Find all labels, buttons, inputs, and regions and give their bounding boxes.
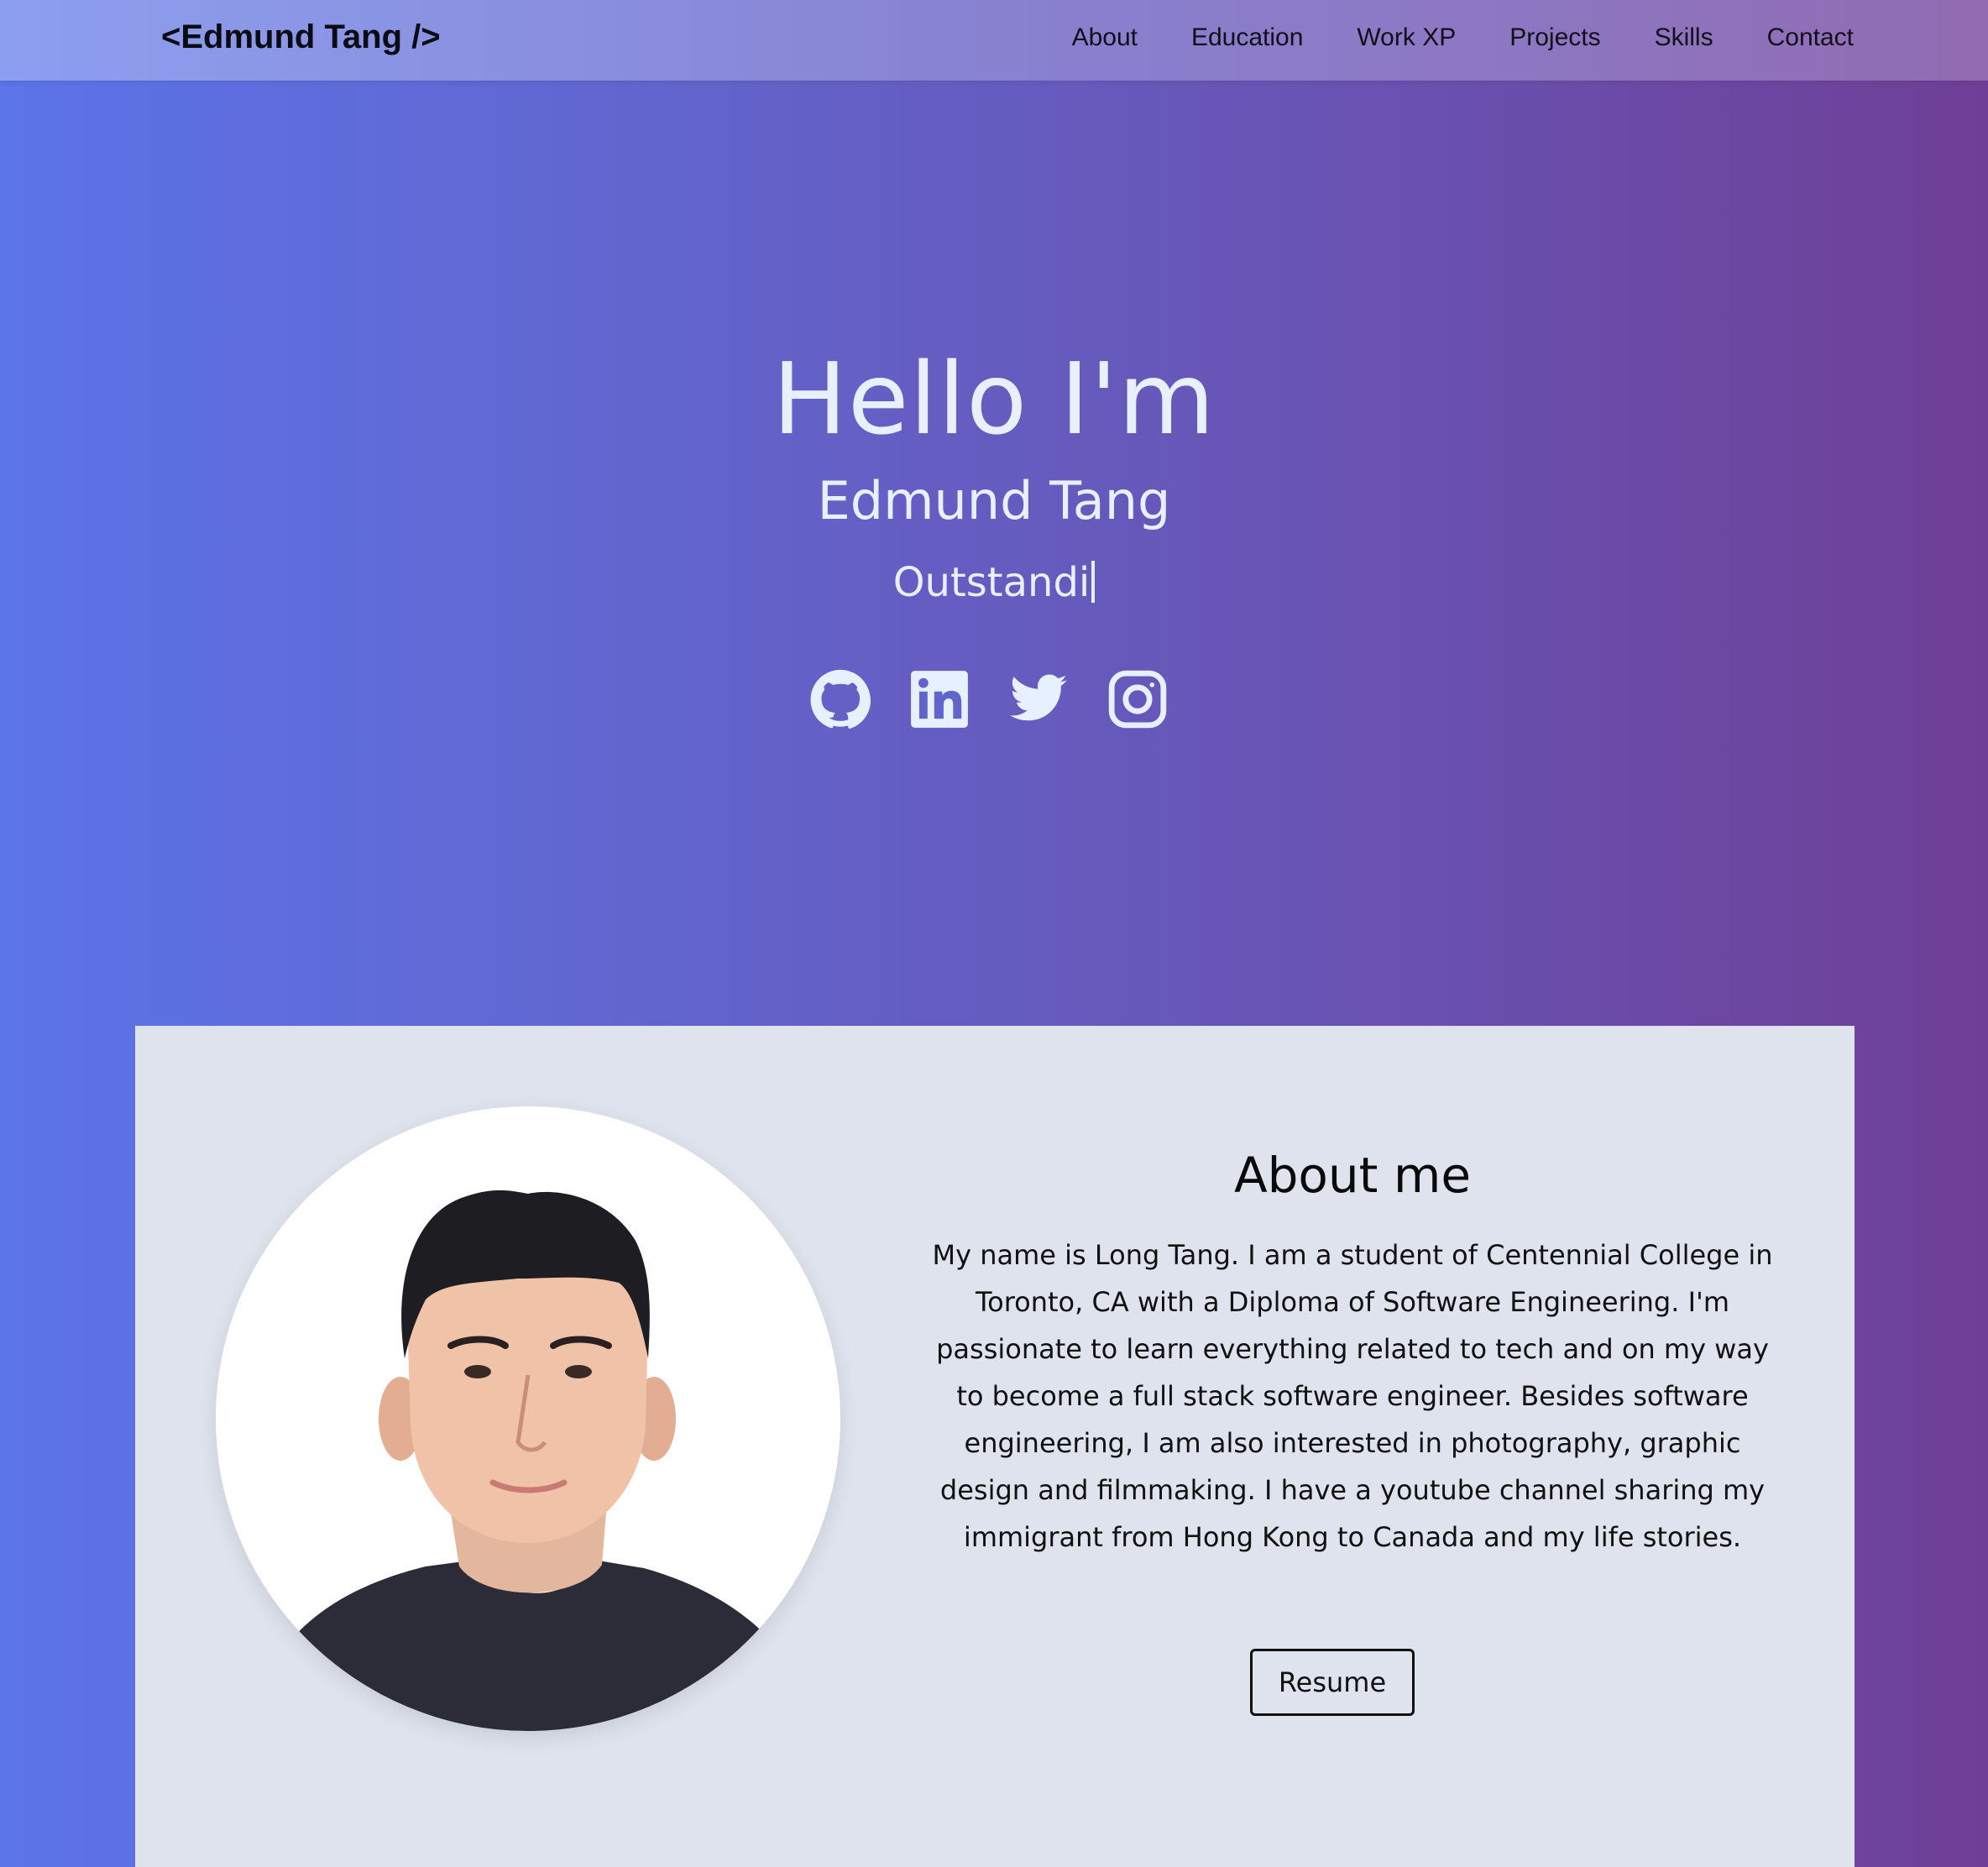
about-section: About me My name is Long Tang. I am a st… [135,1026,1855,1867]
instagram-icon[interactable] [1106,668,1169,730]
nav-links: About Education Work XP Projects Skills … [1072,24,1854,52]
nav-link-about[interactable]: About [1072,24,1138,52]
twitter-icon[interactable] [1007,668,1070,730]
about-title: About me [1233,1147,1472,1204]
resume-button[interactable]: Resume [1250,1649,1415,1716]
brand-logo[interactable]: <Edmund Tang /> [161,18,441,56]
hero-typed-text: Outstandi [0,559,1988,606]
hero-greeting: Hello I'm [772,341,1216,457]
typing-cursor [1091,561,1096,603]
profile-photo [216,1106,840,1731]
nav-link-skills[interactable]: Skills [1655,24,1713,52]
social-links [809,668,1169,730]
nav-link-work-xp[interactable]: Work XP [1357,24,1456,52]
hero-section: Hello I'm Edmund Tang Outstandi [0,81,1988,1026]
nav-link-education[interactable]: Education [1191,24,1303,52]
github-icon[interactable] [809,668,871,730]
about-description: My name is Long Tang. I am a student of … [932,1239,1773,1553]
hero-name: Edmund Tang [817,470,1171,531]
linkedin-icon[interactable] [908,668,970,730]
typed-text-value: Outstandi [892,559,1091,606]
navbar: <Edmund Tang /> About Education Work XP … [0,0,1988,81]
nav-link-contact[interactable]: Contact [1767,24,1854,52]
nav-link-projects[interactable]: Projects [1509,24,1600,52]
